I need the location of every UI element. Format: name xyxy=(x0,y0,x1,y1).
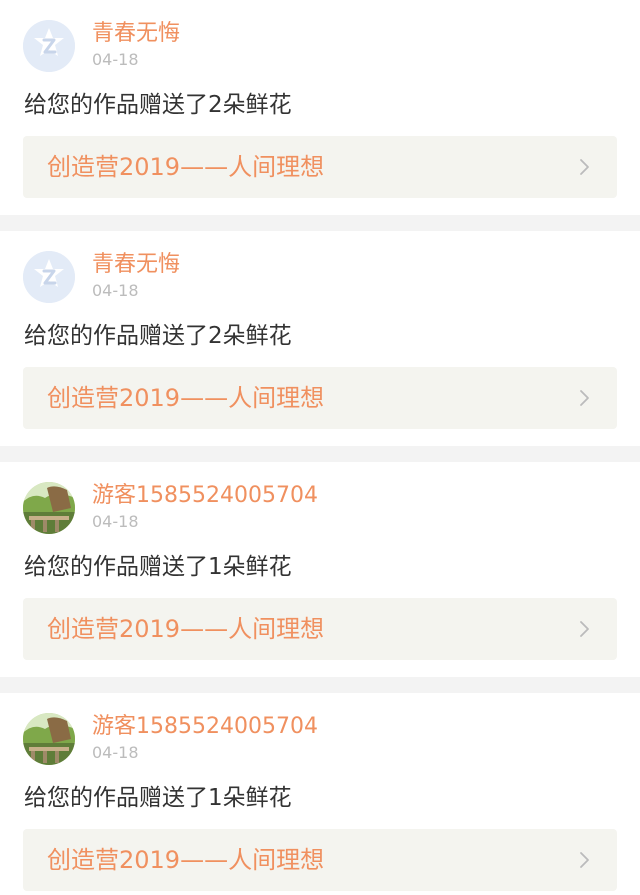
work-title: 创造营2019——人间理想 xyxy=(47,384,325,412)
avatar[interactable] xyxy=(23,20,75,72)
avatar[interactable] xyxy=(23,482,75,534)
landscape-avatar-icon xyxy=(23,713,75,765)
username[interactable]: 游客1585524005704 xyxy=(92,481,318,511)
username[interactable]: 青春无悔 xyxy=(92,250,180,280)
avatar[interactable] xyxy=(23,713,75,765)
chevron-right-icon xyxy=(575,389,593,407)
work-title: 创造营2019——人间理想 xyxy=(47,153,325,181)
message-text: 给您的作品赠送了1朵鲜花 xyxy=(24,785,292,811)
chevron-right-icon xyxy=(575,851,593,869)
qq-avatar-icon xyxy=(23,251,75,303)
qq-avatar-icon xyxy=(23,20,75,72)
chevron-right-icon xyxy=(575,620,593,638)
work-title: 创造营2019——人间理想 xyxy=(47,615,325,643)
notification-feed: 青春无悔 04-18 给您的作品赠送了2朵鲜花 创造营2019——人间理想 青春… xyxy=(0,0,640,895)
notification-card: 青春无悔 04-18 给您的作品赠送了2朵鲜花 创造营2019——人间理想 xyxy=(0,0,640,215)
timestamp: 04-18 xyxy=(92,743,139,762)
timestamp: 04-18 xyxy=(92,281,139,300)
notification-card: 青春无悔 04-18 给您的作品赠送了2朵鲜花 创造营2019——人间理想 xyxy=(0,231,640,446)
username[interactable]: 青春无悔 xyxy=(92,19,180,49)
message-text: 给您的作品赠送了1朵鲜花 xyxy=(24,554,292,580)
avatar[interactable] xyxy=(23,251,75,303)
notification-card: 游客1585524005704 04-18 给您的作品赠送了1朵鲜花 创造营20… xyxy=(0,462,640,677)
work-link[interactable]: 创造营2019——人间理想 xyxy=(23,367,617,429)
work-link[interactable]: 创造营2019——人间理想 xyxy=(23,829,617,891)
work-title: 创造营2019——人间理想 xyxy=(47,846,325,874)
work-link[interactable]: 创造营2019——人间理想 xyxy=(23,598,617,660)
notification-card: 游客1585524005704 04-18 给您的作品赠送了1朵鲜花 创造营20… xyxy=(0,693,640,895)
timestamp: 04-18 xyxy=(92,512,139,531)
message-text: 给您的作品赠送了2朵鲜花 xyxy=(24,92,292,118)
message-text: 给您的作品赠送了2朵鲜花 xyxy=(24,323,292,349)
chevron-right-icon xyxy=(575,158,593,176)
landscape-avatar-icon xyxy=(23,482,75,534)
username[interactable]: 游客1585524005704 xyxy=(92,712,318,742)
work-link[interactable]: 创造营2019——人间理想 xyxy=(23,136,617,198)
timestamp: 04-18 xyxy=(92,50,139,69)
